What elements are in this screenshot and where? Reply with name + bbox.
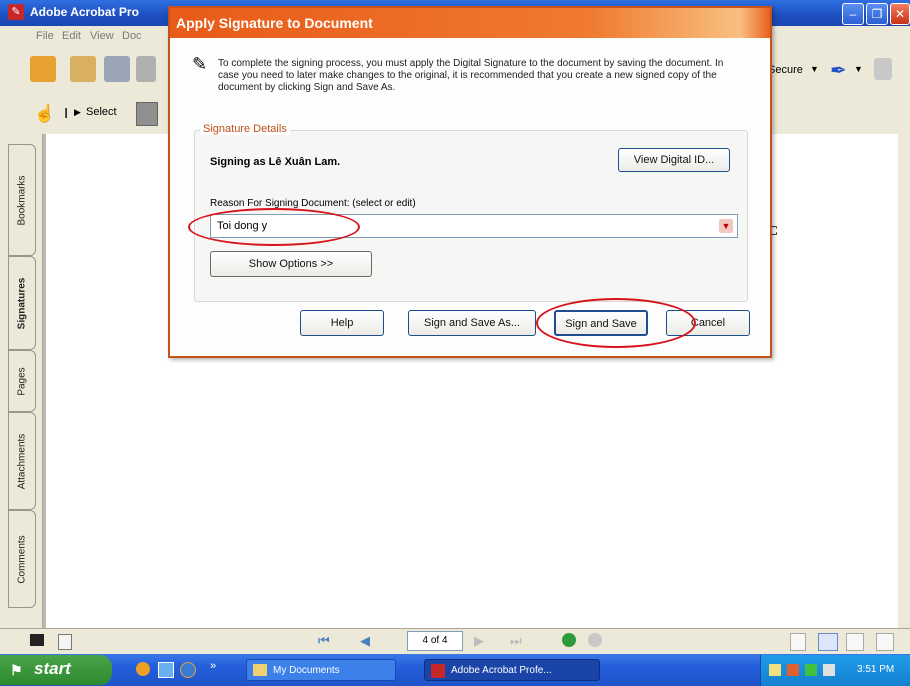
taskbar-item-acrobat[interactable]: Adobe Acrobat Profe... (424, 659, 600, 681)
menu-file[interactable]: File (36, 30, 54, 42)
options-icon[interactable] (58, 634, 72, 650)
tray-icon-2[interactable] (787, 664, 799, 676)
highlight-ellipse-sign-and-save (536, 298, 696, 348)
page-number-field[interactable]: 4 of 4 (407, 631, 463, 651)
single-page-icon[interactable] (790, 633, 806, 651)
sign-and-save-as-button[interactable]: Sign and Save As... (408, 310, 536, 336)
apply-signature-dialog: Apply Signature to Document ✎ To complet… (168, 6, 772, 358)
create-pdf-icon[interactable] (30, 56, 56, 82)
chevron-right-icon[interactable]: » (210, 660, 216, 672)
menu-view[interactable]: View (90, 30, 114, 42)
quicklaunch-icon[interactable] (136, 662, 150, 676)
tab-comments[interactable]: Comments (8, 510, 36, 608)
secure-dropdown-icon[interactable]: ▼ (810, 64, 819, 74)
help-button[interactable]: Help (300, 310, 384, 336)
save-icon[interactable] (104, 56, 130, 82)
facing-icon[interactable] (846, 633, 864, 651)
app-title: Adobe Acrobat Pro (30, 5, 139, 19)
system-tray: 3:51 PM (760, 655, 910, 686)
vertical-scrollbar[interactable] (898, 134, 910, 628)
volume-icon[interactable] (823, 664, 835, 676)
continuous-facing-icon[interactable] (876, 633, 894, 651)
review-icon[interactable] (874, 58, 892, 80)
show-options-button[interactable]: Show Options >> (210, 251, 372, 277)
select-arrow-icon: ▶ (74, 107, 81, 117)
menu-edit[interactable]: Edit (62, 30, 81, 42)
sign-dropdown-icon[interactable]: ▼ (854, 64, 863, 74)
navigation-pane: Bookmarks Signatures Pages Attachments C… (0, 134, 43, 628)
view-digital-id-button[interactable]: View Digital ID... (618, 148, 730, 172)
select-cursor-icon[interactable]: I (64, 105, 68, 122)
signing-as-text: Signing as Lê Xuân Lam. (210, 156, 341, 168)
network-icon[interactable] (805, 664, 817, 676)
signing-instructions: To complete the signing process, you mus… (218, 58, 724, 93)
clock[interactable]: 3:51 PM (857, 664, 894, 675)
signature-details-label: Signature Details (200, 123, 290, 135)
highlight-ellipse-reason (188, 208, 360, 246)
chevron-down-icon[interactable]: ▼ (719, 219, 733, 233)
hand-tool-icon[interactable]: ☝ (34, 104, 55, 124)
print-icon[interactable] (136, 56, 156, 82)
menu-document[interactable]: Doc (122, 30, 142, 42)
browser-icon[interactable] (180, 662, 196, 678)
secure-menu[interactable]: Secure (768, 64, 803, 76)
tab-attachments[interactable]: Attachments (8, 412, 36, 510)
dialog-title-bar[interactable]: Apply Signature to Document (170, 8, 770, 38)
go-back-icon[interactable] (562, 633, 576, 647)
go-forward-icon[interactable] (588, 633, 602, 647)
last-page-icon[interactable]: ⏭ (510, 633, 522, 649)
dialog-title: Apply Signature to Document (176, 15, 373, 31)
previous-page-icon[interactable]: ◀ (360, 633, 370, 649)
tab-bookmarks[interactable]: Bookmarks (8, 144, 36, 256)
acrobat-task-icon (431, 664, 445, 678)
first-page-icon[interactable]: ⏮ (318, 633, 330, 649)
open-icon[interactable] (70, 56, 96, 82)
taskbar-item-my-documents[interactable]: My Documents (246, 659, 396, 681)
snapshot-icon[interactable] (136, 102, 158, 126)
windows-logo-icon: ⚑ (10, 662, 23, 678)
tab-signatures[interactable]: Signatures (8, 256, 36, 350)
folder-icon (253, 664, 267, 676)
tray-icon-1[interactable] (769, 664, 781, 676)
pen-icon: ✎ (192, 54, 208, 74)
page-size-icon (30, 634, 44, 646)
start-button[interactable]: ⚑ start (0, 655, 112, 685)
close-icon[interactable]: ✕ (890, 3, 910, 25)
minimize-icon[interactable]: – (842, 3, 864, 25)
dialog-body: ✎ To complete the signing process, you m… (174, 38, 766, 352)
next-page-icon[interactable]: ▶ (474, 633, 484, 649)
show-desktop-icon[interactable] (158, 662, 174, 678)
reason-label: Reason For Signing Document: (select or … (210, 198, 416, 209)
maximize-icon[interactable]: ❐ (866, 3, 888, 25)
sign-pen-icon[interactable]: ✒ (830, 58, 847, 83)
continuous-icon[interactable] (818, 633, 838, 651)
acrobat-icon: ✎ (8, 4, 24, 20)
select-tool-label[interactable]: Select (86, 106, 117, 118)
tab-pages[interactable]: Pages (8, 350, 36, 412)
